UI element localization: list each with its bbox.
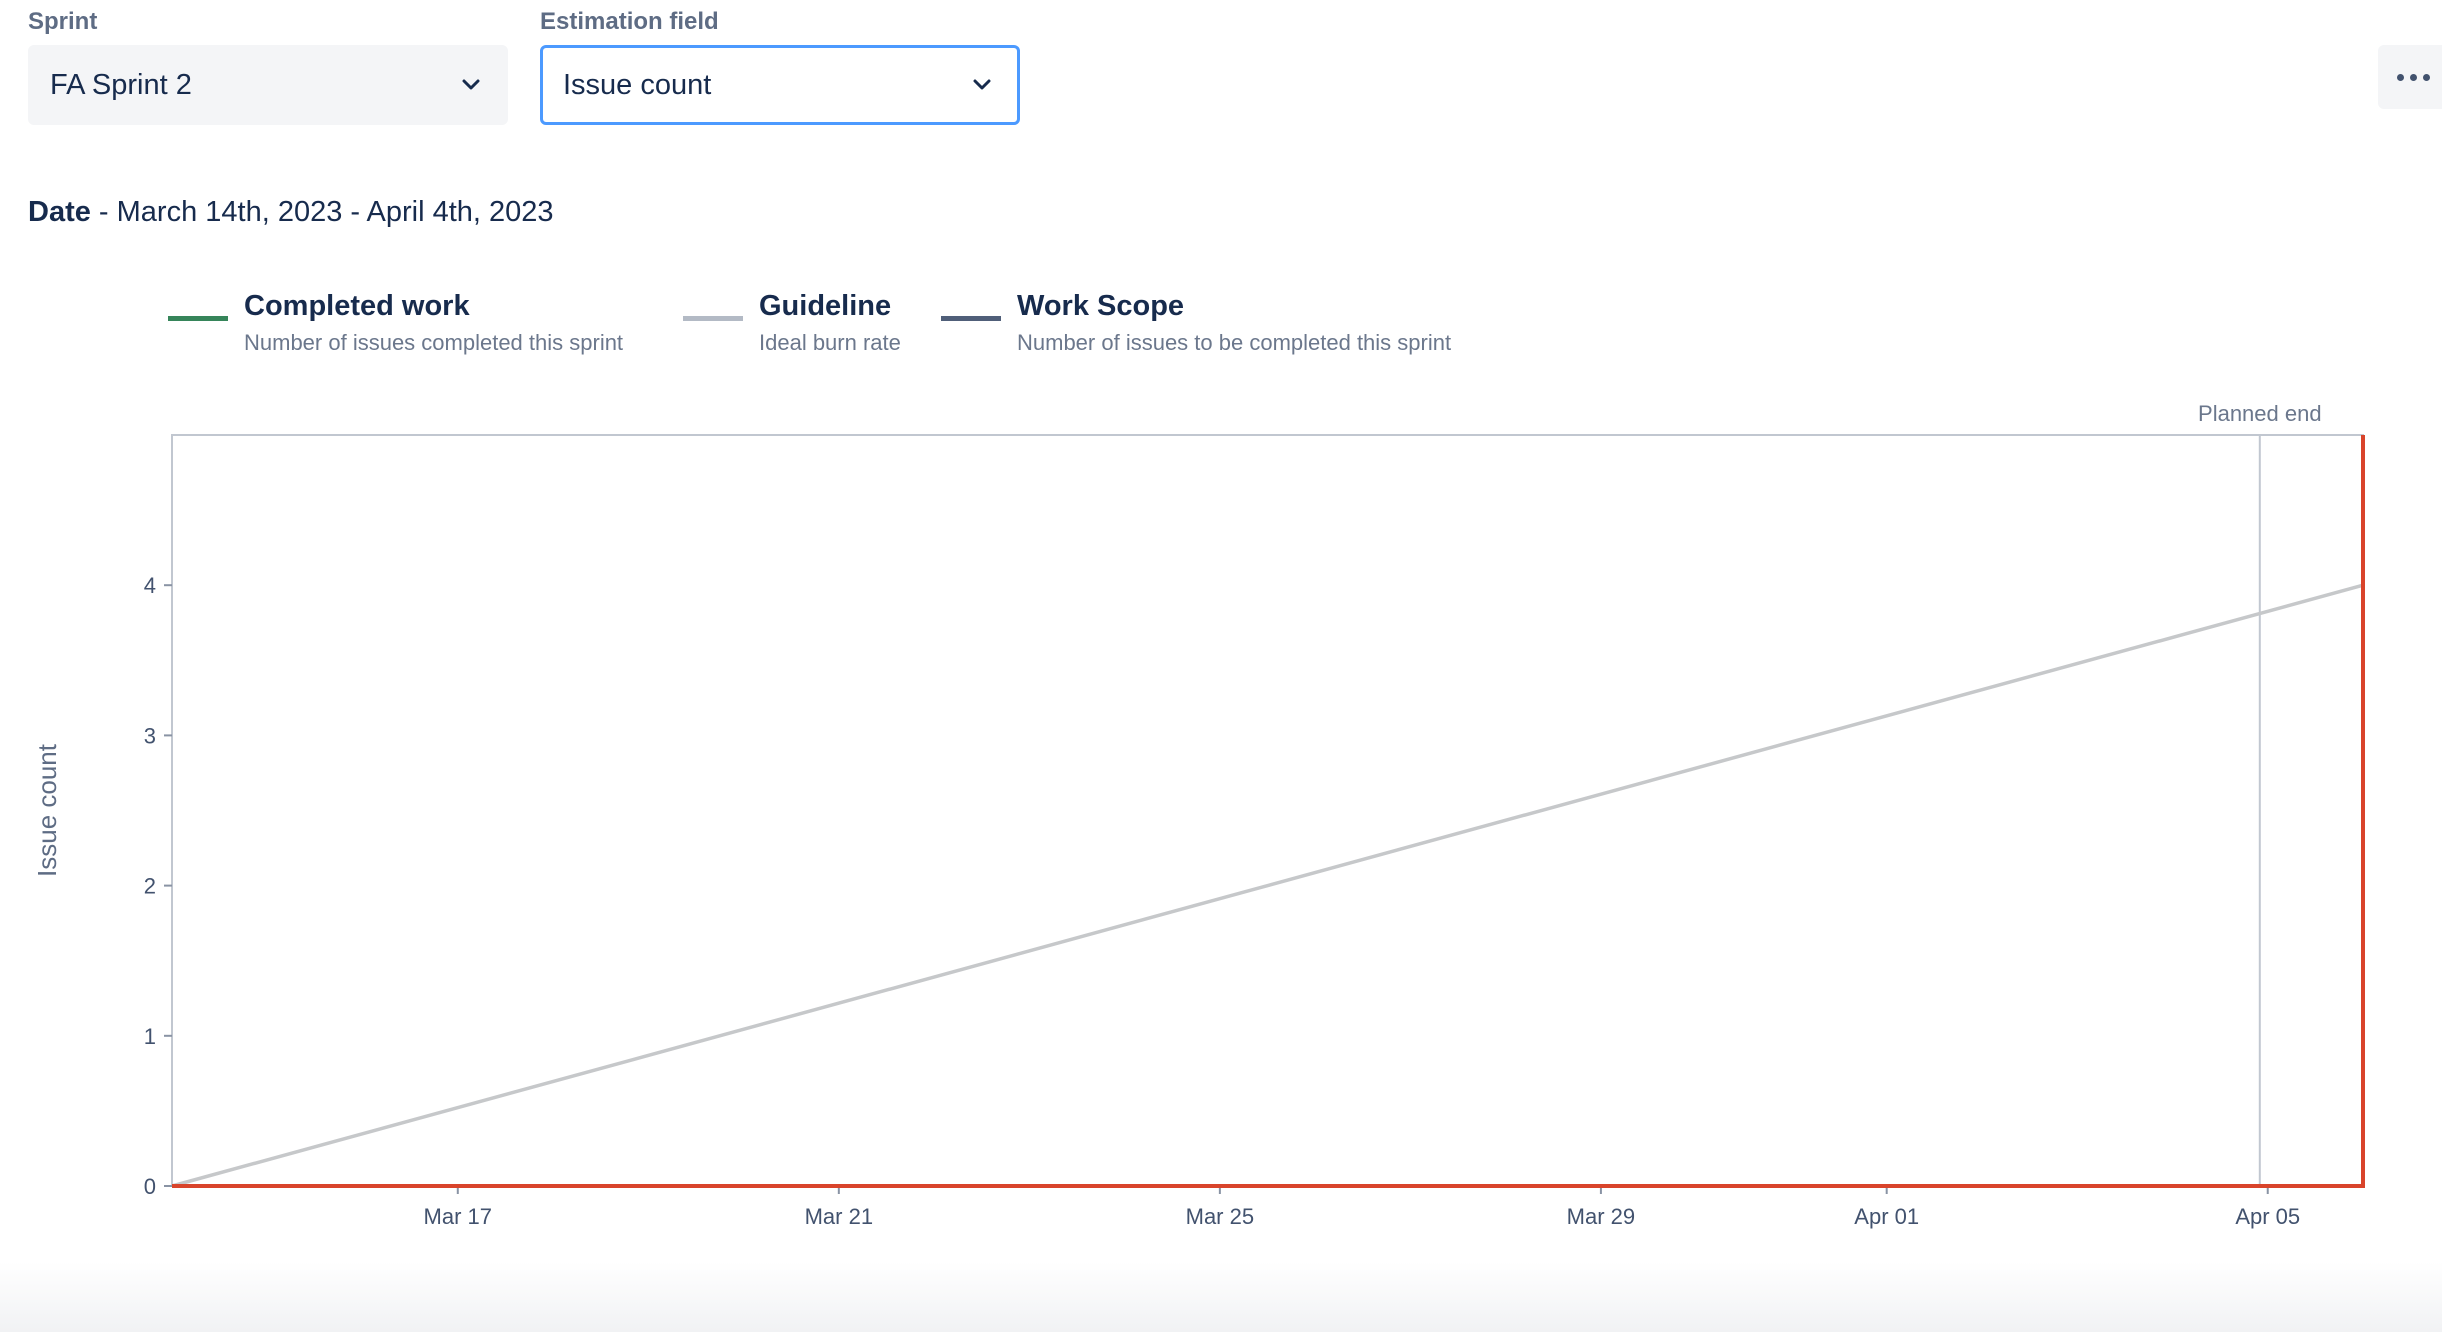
bottom-fade (0, 1262, 2442, 1332)
y-tick-label: 2 (144, 874, 156, 899)
y-tick-label: 0 (144, 1174, 156, 1199)
x-tick-label: Mar 25 (1186, 1204, 1254, 1229)
y-tick-label: 1 (144, 1024, 156, 1049)
burndown-chart: 0 1 2 3 4 Mar 17 Mar 21 Mar 25 Mar 29 Apr 01 Apr 0… (32, 401, 2365, 1316)
x-tick-label: Apr 01 (1854, 1204, 1919, 1229)
y-tick-label: 3 (144, 723, 156, 748)
x-tick-label: Apr 05 (2235, 1204, 2300, 1229)
plot-area-frame (171, 434, 2364, 1187)
y-tick-label: 4 (144, 573, 156, 598)
series-line-work-scope (172, 435, 2365, 1188)
series-line-guideline (171, 583, 2364, 1188)
y-axis-label: Issue count (32, 743, 62, 877)
x-tick-label: Mar 17 (424, 1204, 492, 1229)
planned-end-label: Planned end (2198, 401, 2322, 426)
x-tick-label: Mar 21 (805, 1204, 873, 1229)
x-tick-label: Mar 29 (1567, 1204, 1635, 1229)
